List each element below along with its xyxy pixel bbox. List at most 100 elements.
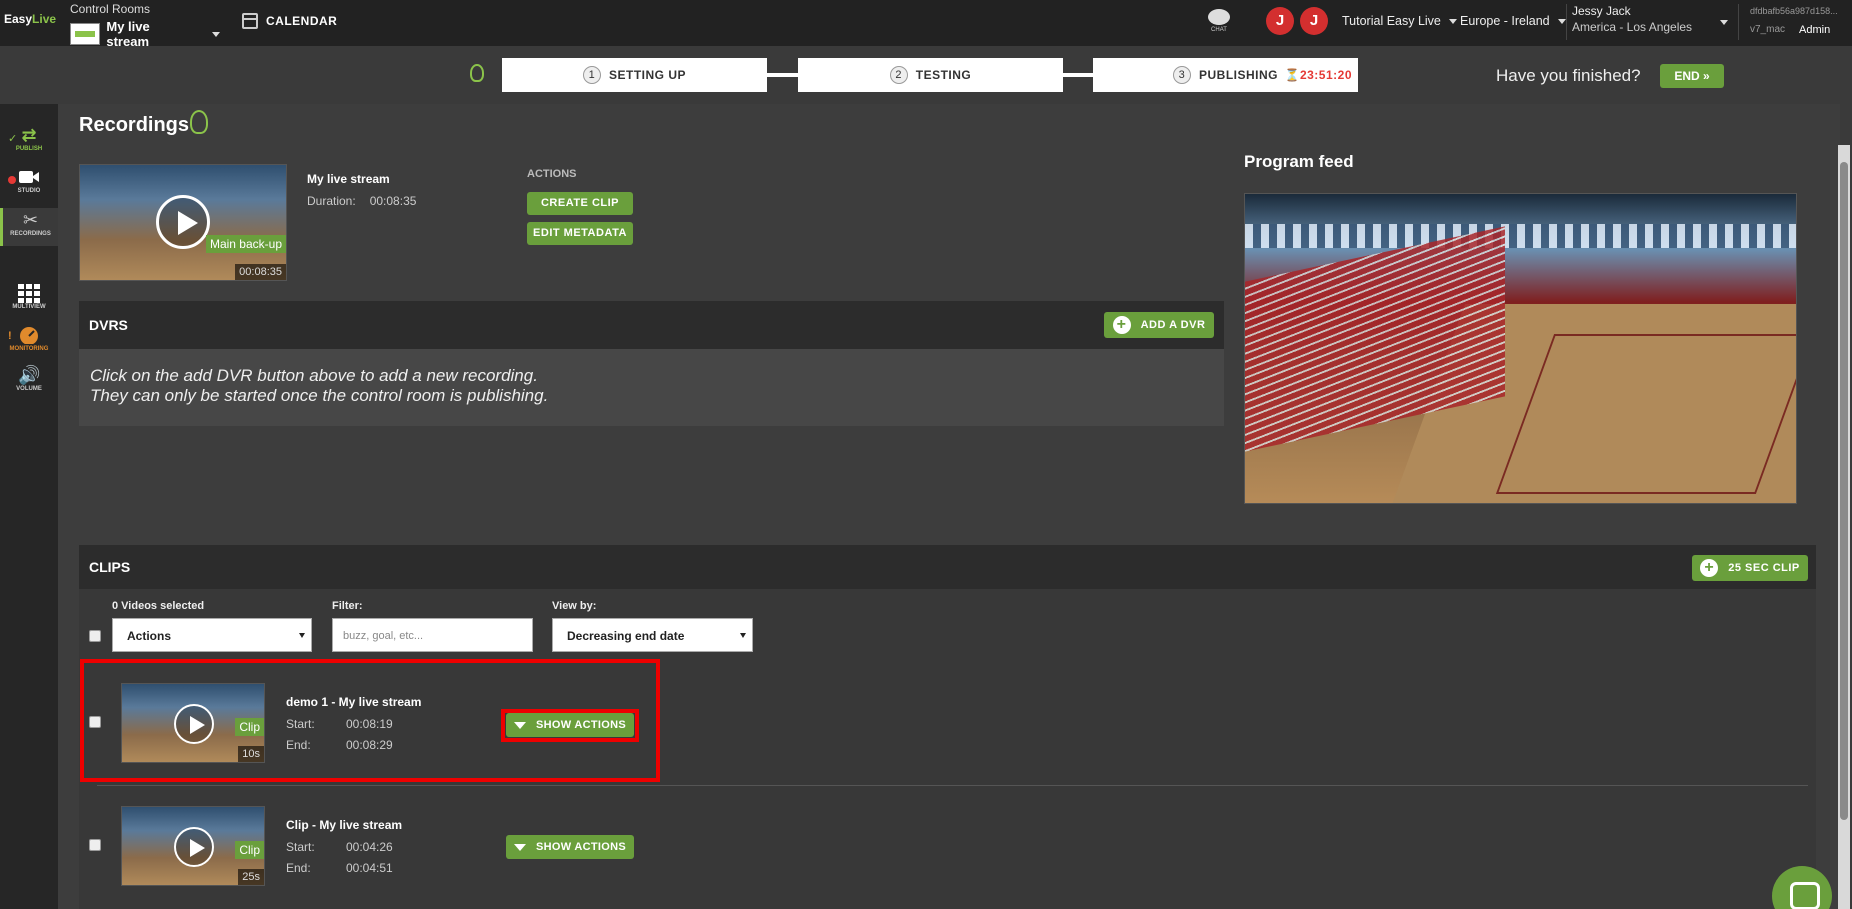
sidebar: ✓ ⇄ PUBLISH STUDIO ✂ RECORDINGS MULTIVIE… (0, 104, 58, 909)
filter-input[interactable]: buzz, goal, etc... (332, 618, 533, 652)
step-publishing[interactable]: 3 PUBLISHING ⏳23:51:20 (1093, 58, 1358, 92)
lightbulb-icon[interactable] (190, 110, 208, 134)
start-label: Start: (286, 840, 315, 854)
selected-count: 0 Videos selected (112, 600, 205, 612)
clip-duration-badge: 25s (238, 869, 264, 885)
step-testing[interactable]: 2 TESTING (798, 58, 1063, 92)
control-room-selector[interactable]: Control Rooms My live stream (70, 2, 220, 49)
control-room-thumbnail (70, 23, 101, 45)
chat-icon (1208, 9, 1230, 25)
add-dvr-label: ADD A DVR (1140, 319, 1206, 331)
chat-button[interactable]: CHAT (1205, 9, 1233, 33)
chevron-down-icon (299, 633, 305, 638)
chevron-down-icon (212, 31, 220, 37)
sidebar-item-volume[interactable]: 🔊 VOLUME (0, 366, 58, 392)
clip-thumbnail[interactable]: Clip 25s (121, 806, 265, 886)
edit-metadata-button[interactable]: EDIT METADATA (527, 222, 633, 245)
finished-prompt: Have you finished? (1496, 66, 1641, 85)
sidebar-item-multiview[interactable]: MULTIVIEW (0, 284, 58, 310)
sidebar-item-monitoring[interactable]: ! MONITORING (0, 326, 58, 352)
dvrs-header: DVRS + ADD A DVR (79, 301, 1224, 349)
session-hash: dfdbafb56a987d158... (1750, 6, 1838, 16)
step-setting-up[interactable]: 1 SETTING UP (502, 58, 767, 92)
tutorial-dropdown[interactable]: Tutorial Easy Live (1342, 14, 1457, 28)
top-bar: EasyLive Control Rooms My live stream CA… (0, 0, 1852, 49)
show-actions-label: SHOW ACTIONS (536, 841, 626, 853)
recording-type-badge: Main back-up (205, 235, 286, 253)
tutorial-label: Tutorial Easy Live (1342, 14, 1441, 28)
play-icon[interactable] (156, 195, 210, 249)
sidebar-item-recordings[interactable]: ✂ RECORDINGS (0, 208, 58, 246)
recording-name: My live stream (307, 172, 390, 186)
chevron-down-icon (740, 633, 746, 638)
chevron-down-icon (1720, 20, 1728, 25)
dvr-empty-message: Click on the add DVR button above to add… (90, 366, 548, 406)
step-number: 1 (582, 66, 601, 84)
start-value: 00:08:19 (346, 717, 393, 731)
end-label: End: (286, 738, 311, 752)
chevron-down-icon (1448, 18, 1457, 24)
caret-down-icon (514, 721, 527, 729)
divider (1738, 4, 1739, 40)
recording-info: My live stream Duration: 00:08:35 (307, 172, 416, 208)
select-all-checkbox[interactable] (89, 630, 101, 642)
play-icon[interactable] (174, 827, 214, 867)
avatar[interactable]: J (1266, 7, 1294, 35)
recording-thumbnail[interactable]: Main back-up 00:08:35 (79, 164, 287, 281)
region-dropdown[interactable]: Europe - Ireland (1460, 14, 1566, 28)
actions-heading: ACTIONS (527, 168, 577, 180)
clip-info: Clip - My live stream Start: 00:04:26 End… (286, 818, 446, 882)
show-actions-label: SHOW ACTIONS (536, 719, 626, 731)
sidebar-item-label: STUDIO (17, 188, 41, 194)
plus-icon: + (1112, 316, 1131, 335)
role-label[interactable]: Admin (1799, 24, 1830, 36)
logo-text: Easy (4, 12, 33, 26)
chat-label: CHAT (1211, 27, 1227, 33)
view-by-value: Decreasing end date (567, 629, 685, 643)
sidebar-item-label: RECORDINGS (10, 231, 51, 237)
easylive-logo[interactable]: EasyLive (4, 12, 57, 30)
user-menu[interactable]: Jessy Jack America - Los Angeles (1572, 4, 1728, 42)
create-clip-button[interactable]: CREATE CLIP (527, 192, 633, 215)
program-feed-video[interactable] (1244, 193, 1797, 504)
add-dvr-button[interactable]: + ADD A DVR (1104, 312, 1214, 338)
logo-accent-text: Live (32, 12, 57, 26)
clip-checkbox[interactable] (89, 839, 101, 851)
step-number: 3 (1172, 66, 1191, 84)
arena-lights (1245, 224, 1796, 248)
bulk-actions-select[interactable]: Actions (112, 618, 312, 652)
clips-title: CLIPS (89, 559, 131, 575)
sidebar-item-label: MONITORING (9, 346, 49, 352)
shuffle-icon: ⇄ (21, 125, 37, 145)
version-label: v7_mac (1750, 24, 1786, 35)
step-label: PUBLISHING (1198, 68, 1278, 82)
divider (97, 785, 1808, 786)
timer-value: 23:51:20 (1299, 68, 1352, 82)
duration-value: 00:08:35 (369, 194, 417, 208)
sidebar-item-studio[interactable]: STUDIO (0, 168, 58, 194)
control-rooms-label: Control Rooms (70, 2, 151, 16)
calendar-label: CALENDAR (266, 14, 338, 28)
play-icon[interactable] (174, 704, 214, 744)
show-actions-button[interactable]: SHOW ACTIONS (506, 713, 634, 737)
user-timezone: America - Los Angeles (1572, 20, 1693, 34)
clip-name: Clip - My live stream (286, 818, 403, 832)
user-name: Jessy Jack (1572, 4, 1631, 18)
start-value: 00:04:26 (346, 840, 393, 854)
countdown-timer: ⏳23:51:20 (1284, 68, 1352, 82)
sidebar-item-publish[interactable]: ✓ ⇄ PUBLISH (0, 126, 58, 152)
end-button[interactable]: END » (1660, 64, 1724, 88)
dvr-message-line: They can only be started once the contro… (90, 386, 549, 405)
clip-checkbox[interactable] (89, 716, 101, 728)
clip-thumbnail[interactable]: Clip 10s (121, 683, 265, 763)
add-25-sec-clip-button[interactable]: +25 SEC CLIP (1692, 555, 1808, 581)
view-by-select[interactable]: Decreasing end date (552, 618, 753, 652)
scrollbar-thumb[interactable] (1840, 162, 1848, 820)
step-connector (767, 73, 799, 77)
calendar-link[interactable]: CALENDAR (242, 13, 337, 29)
lightbulb-icon[interactable] (470, 64, 484, 82)
show-actions-button[interactable]: SHOW ACTIONS (506, 835, 634, 859)
speaker-icon: 🔊 (18, 365, 41, 385)
start-label: Start: (286, 717, 315, 731)
avatar[interactable]: J (1300, 7, 1328, 35)
